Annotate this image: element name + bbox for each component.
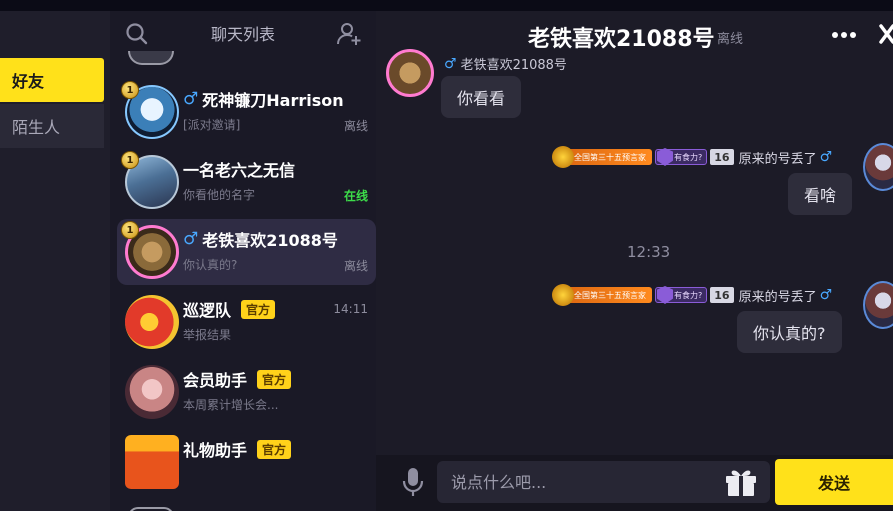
chat-preview: 你认真的?	[183, 258, 238, 272]
search-icon[interactable]	[124, 21, 150, 47]
heart-badge: 有食力?	[655, 287, 708, 303]
chat-name: 礼物助手 官方	[183, 437, 292, 461]
chat-name-text: 礼物助手	[183, 441, 248, 460]
official-badge: 官方	[241, 299, 276, 319]
chat-preview: [派对邀请]	[183, 118, 241, 132]
chat-name-text: 死神镰刀Harrison	[202, 91, 344, 110]
top-strip	[0, 0, 893, 11]
male-icon: ♂	[183, 229, 199, 249]
chat-preview: 本周累计增长会...	[183, 398, 279, 412]
chat-name: 会员助手 官方	[183, 367, 292, 391]
peer-name-text: 老铁喜欢21088号	[460, 58, 567, 73]
category-column: 好友 陌生人	[0, 11, 110, 511]
list-item[interactable]: 会员助手 官方 本周累计增长会...	[117, 359, 376, 425]
rank-badge: 1	[121, 221, 139, 239]
message-text: 看啥	[804, 186, 837, 205]
message-bubble: 看啥	[788, 173, 853, 215]
conversation-status: 离线	[717, 32, 744, 47]
sender-info: 全国第三十五预言家 有食力? 16 原来的号丢了 ♂	[552, 146, 833, 168]
send-button[interactable]: 发送	[775, 459, 893, 505]
gift-box-avatar	[125, 435, 179, 489]
sender-info: 全国第三十五预言家 有食力? 16 原来的号丢了 ♂	[552, 284, 833, 306]
chat-name: ♂ 死神镰刀Harrison	[183, 87, 344, 111]
status-text: 离线	[343, 119, 368, 133]
chat-list: 聊天列表 1 ♂ 死神镰刀Harrison [派对邀请] 离线 1 一名老六之无…	[110, 11, 376, 511]
tab-friends[interactable]: 好友	[0, 58, 104, 102]
my-avatar[interactable]	[863, 281, 893, 329]
level-badge: 16	[710, 287, 734, 303]
official-badge: 官方	[257, 439, 292, 459]
avatar	[125, 295, 179, 349]
avatar	[125, 365, 179, 419]
rank-badge: 1	[121, 151, 139, 169]
medal-badge: 全国第三十五预言家	[552, 284, 652, 306]
list-item[interactable]: 1 ♂ 老铁喜欢21088号 你认真的? 离线	[117, 219, 376, 285]
rank-badge: 1	[121, 81, 139, 99]
tab-strangers-label: 陌生人	[12, 118, 61, 137]
my-avatar[interactable]	[863, 143, 893, 191]
gift-icon[interactable]	[724, 466, 758, 498]
partial-avatar	[128, 507, 174, 511]
chat-preview: 你看他的名字	[183, 188, 256, 202]
more-icon[interactable]	[830, 25, 858, 45]
official-badge: 官方	[257, 369, 292, 389]
tab-strangers[interactable]: 陌生人	[0, 104, 104, 148]
list-item[interactable]: 1 ♂ 死神镰刀Harrison [派对邀请] 离线	[117, 79, 376, 145]
chat-list-header: 聊天列表	[110, 11, 376, 55]
male-icon: ♂	[444, 55, 457, 72]
chat-name: ♂ 老铁喜欢21088号	[183, 227, 338, 251]
level-badge: 16	[710, 149, 734, 165]
chat-name-text: 巡逻队	[183, 301, 232, 320]
chat-name-text: 一名老六之无信	[183, 161, 296, 180]
composer: 发送	[376, 455, 893, 511]
chat-name-text: 老铁喜欢21088号	[202, 231, 338, 250]
chat-name: 一名老六之无信	[183, 157, 295, 181]
message-text: 你看看	[457, 89, 506, 108]
partial-avatar	[128, 51, 174, 65]
list-item[interactable]: 巡逻队 官方 举报结果 14:11	[117, 289, 376, 355]
timestamp: 14:11	[333, 302, 368, 316]
peer-name: ♂ 老铁喜欢21088号	[444, 54, 567, 74]
message-bubble: 你认真的?	[737, 311, 842, 353]
time-divider: 12:33	[627, 243, 671, 261]
male-icon: ♂	[819, 149, 833, 165]
heart-badge: 有食力?	[655, 149, 708, 165]
add-friend-icon[interactable]	[336, 21, 362, 47]
status-text: 在线	[343, 189, 368, 203]
close-icon[interactable]	[878, 23, 893, 45]
chat-preview: 举报结果	[183, 328, 232, 342]
conversation-pane: 老铁喜欢21088号 离线 ♂ 老铁喜欢21088号 你看看 全国第三十五预言家…	[376, 11, 893, 511]
sender-name: 原来的号丢了	[738, 289, 817, 305]
peer-avatar[interactable]	[386, 49, 434, 97]
medal-badge: 全国第三十五预言家	[552, 146, 652, 168]
list-item[interactable]: 1 一名老六之无信 你看他的名字 在线	[117, 149, 376, 215]
mic-icon[interactable]	[402, 467, 424, 497]
male-icon: ♂	[819, 287, 833, 303]
status-text: 离线	[343, 259, 368, 273]
sender-name: 原来的号丢了	[738, 151, 817, 167]
message-text: 你认真的?	[753, 324, 826, 343]
message-input[interactable]	[437, 461, 770, 503]
chat-name: 巡逻队 官方	[183, 297, 276, 321]
conversation-header: 老铁喜欢21088号 离线	[376, 11, 893, 57]
conversation-title: 老铁喜欢21088号	[528, 27, 715, 52]
tab-friends-label: 好友	[12, 72, 45, 91]
male-icon: ♂	[183, 89, 199, 109]
list-item[interactable]: 礼物助手 官方	[117, 429, 376, 495]
chat-name-text: 会员助手	[183, 371, 248, 390]
message-bubble: 你看看	[441, 76, 522, 118]
chat-list-title: 聊天列表	[210, 25, 275, 44]
